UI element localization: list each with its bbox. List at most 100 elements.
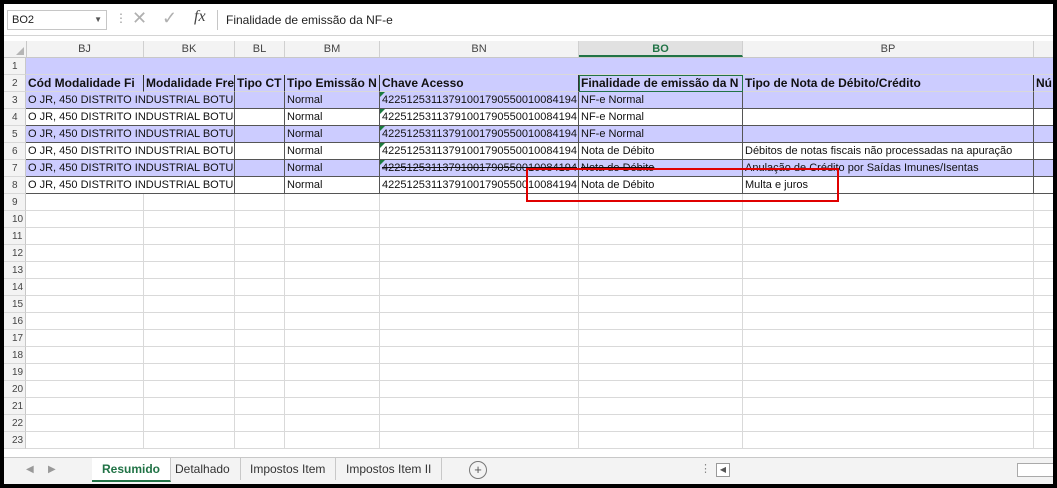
cell-bp[interactable] (743, 126, 1034, 143)
cell-bj[interactable]: O JR, 450 DISTRITO INDUSTRIAL BOTUCATU (26, 143, 235, 160)
empty-cell[interactable] (26, 330, 144, 347)
column-header-next[interactable] (1034, 41, 1053, 57)
empty-cell[interactable] (380, 313, 579, 330)
empty-cell[interactable] (579, 432, 743, 449)
empty-cell[interactable] (285, 262, 380, 279)
empty-cell[interactable] (26, 228, 144, 245)
cell-bn[interactable]: 42251253113791001790550010084194 (380, 143, 579, 160)
row-header[interactable]: 5 (4, 126, 26, 143)
cell-bp[interactable] (743, 92, 1034, 109)
empty-cell[interactable] (144, 211, 235, 228)
empty-cell[interactable] (743, 245, 1034, 262)
empty-cell[interactable] (1034, 330, 1053, 347)
empty-cell[interactable] (1034, 398, 1053, 415)
cell-next[interactable] (1034, 126, 1053, 143)
empty-cell[interactable] (743, 432, 1034, 449)
cell-bm[interactable]: Normal (285, 160, 380, 177)
empty-cell[interactable] (380, 415, 579, 432)
empty-cell[interactable] (235, 262, 285, 279)
empty-cell[interactable] (144, 381, 235, 398)
cell-next[interactable] (1034, 177, 1053, 194)
empty-cell[interactable] (380, 296, 579, 313)
empty-cell[interactable] (235, 228, 285, 245)
empty-cell[interactable] (235, 245, 285, 262)
empty-cell[interactable] (743, 313, 1034, 330)
cell-bj[interactable]: O JR, 450 DISTRITO INDUSTRIAL BOTUCATU (26, 92, 235, 109)
cell-bm[interactable]: Normal (285, 92, 380, 109)
empty-cell[interactable] (26, 194, 144, 211)
header-cell[interactable]: Chave Acesso (380, 75, 579, 92)
empty-cell[interactable] (380, 398, 579, 415)
cell-bl[interactable] (235, 126, 285, 143)
empty-cell[interactable] (380, 347, 579, 364)
empty-cell[interactable] (285, 347, 380, 364)
header-cell[interactable]: Tipo de Nota de Débito/Crédito (743, 75, 1034, 92)
empty-cell[interactable] (285, 228, 380, 245)
column-header-bn[interactable]: BN (380, 41, 579, 57)
row-header[interactable]: 6 (4, 143, 26, 160)
empty-cell[interactable] (743, 262, 1034, 279)
row-header[interactable]: 11 (4, 228, 26, 245)
header-cell-active[interactable]: Finalidade de emissão da N (579, 75, 743, 92)
cell-bn[interactable]: 42251253113791001790550010084194 (380, 109, 579, 126)
empty-cell[interactable] (285, 245, 380, 262)
empty-cell[interactable] (26, 313, 144, 330)
header-cell[interactable]: Cód Modalidade Fi (26, 75, 144, 92)
empty-cell[interactable] (144, 347, 235, 364)
row-header[interactable]: 7 (4, 160, 26, 177)
empty-cell[interactable] (144, 364, 235, 381)
empty-cell[interactable] (235, 313, 285, 330)
cell-bo[interactable]: NF-e Normal (579, 126, 743, 143)
cell-bn[interactable]: 42251253113791001790550010084194 (380, 126, 579, 143)
empty-cell[interactable] (579, 381, 743, 398)
empty-cell[interactable] (235, 398, 285, 415)
empty-cell[interactable] (579, 296, 743, 313)
column-header-bo[interactable]: BO (579, 41, 743, 57)
cell-bp[interactable]: Débitos de notas fiscais não processadas… (743, 143, 1034, 160)
empty-cell[interactable] (380, 432, 579, 449)
empty-cell[interactable] (1034, 364, 1053, 381)
empty-cell[interactable] (26, 381, 144, 398)
empty-cell[interactable] (26, 211, 144, 228)
empty-cell[interactable] (285, 415, 380, 432)
row-header[interactable]: 16 (4, 313, 26, 330)
empty-cell[interactable] (1034, 381, 1053, 398)
empty-cell[interactable] (743, 296, 1034, 313)
row-header[interactable]: 12 (4, 245, 26, 262)
empty-cell[interactable] (144, 194, 235, 211)
row-header[interactable]: 15 (4, 296, 26, 313)
column-header-bl[interactable]: BL (235, 41, 285, 57)
tab-scroll-right-icon[interactable]: ▶ (48, 464, 56, 475)
cell-bl[interactable] (235, 160, 285, 177)
empty-cell[interactable] (743, 228, 1034, 245)
cell-bj[interactable]: O JR, 450 DISTRITO INDUSTRIAL BOTUCATU (26, 177, 235, 194)
cell-next[interactable] (1034, 109, 1053, 126)
empty-cell[interactable] (579, 347, 743, 364)
cancel-icon[interactable]: ✕ (132, 8, 147, 29)
header-cell[interactable]: Tipo CT (235, 75, 285, 92)
empty-cell[interactable] (579, 245, 743, 262)
empty-cell[interactable] (380, 279, 579, 296)
header-cell[interactable]: Modalidade Fre (144, 75, 235, 92)
row-header[interactable]: 2 (4, 75, 26, 92)
empty-cell[interactable] (26, 415, 144, 432)
tab-resumido[interactable]: Resumido (92, 458, 172, 482)
tab-impostos-item-ii[interactable]: Impostos Item II (336, 458, 443, 480)
name-box[interactable]: BO2 ▼ (7, 10, 107, 30)
empty-cell[interactable] (285, 194, 380, 211)
column-header-bm[interactable]: BM (285, 41, 380, 57)
empty-cell[interactable] (26, 364, 144, 381)
empty-cell[interactable] (235, 330, 285, 347)
empty-cell[interactable] (579, 211, 743, 228)
cell-bp[interactable] (743, 109, 1034, 126)
cell-next[interactable] (1034, 160, 1053, 177)
empty-cell[interactable] (1034, 415, 1053, 432)
empty-cell[interactable] (285, 296, 380, 313)
row-header[interactable]: 10 (4, 211, 26, 228)
empty-cell[interactable] (235, 347, 285, 364)
cell-bm[interactable]: Normal (285, 126, 380, 143)
empty-cell[interactable] (26, 347, 144, 364)
row-header[interactable]: 8 (4, 177, 26, 194)
empty-cell[interactable] (144, 279, 235, 296)
empty-cell[interactable] (1034, 279, 1053, 296)
